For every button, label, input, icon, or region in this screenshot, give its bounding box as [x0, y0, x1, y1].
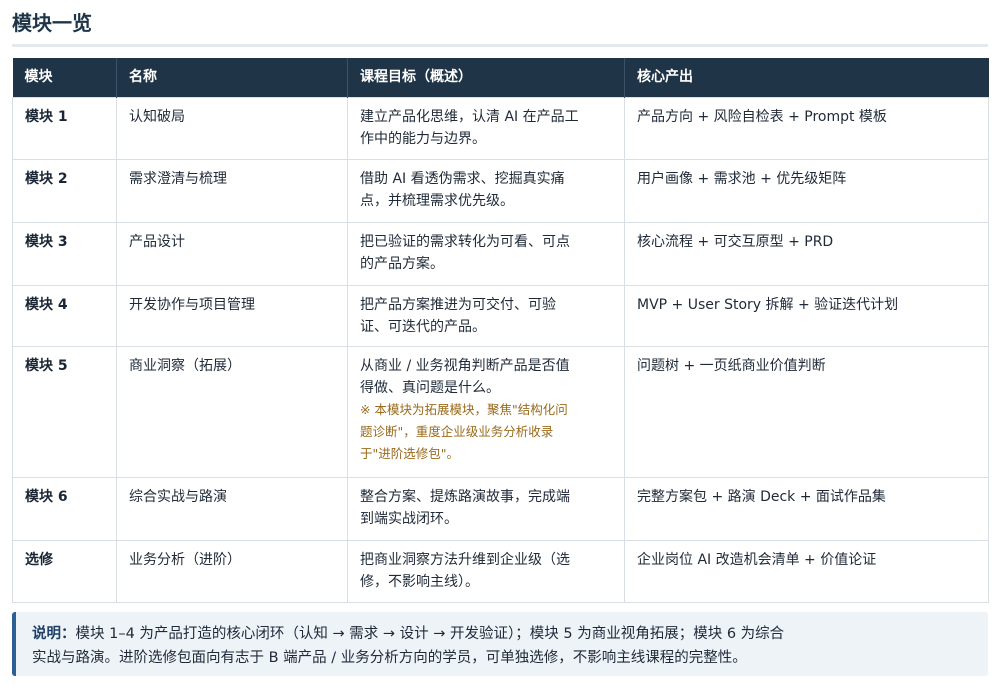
module-note-line: 于"进阶选修包"。	[360, 445, 459, 461]
explanation-note: 说明：模块 1–4 为产品打造的核心闭环（认知 → 需求 → 设计 → 开发验证…	[12, 612, 988, 676]
cell-name: 需求澄清与梳理	[116, 158, 348, 223]
goal-line: 把商业洞察方法升维到企业级（选	[360, 551, 570, 568]
header-goal: 课程目标（概述）	[347, 58, 625, 97]
cell-module: 模块 4	[12, 284, 117, 347]
goal-line: 借助 AI 看透伪需求、挖掘真实痛	[360, 170, 565, 187]
cell-module: 模块 6	[12, 476, 117, 541]
cell-name: 产品设计	[116, 221, 348, 286]
goal-line: 把已验证的需求转化为可看、可点	[360, 233, 570, 250]
title-divider	[12, 44, 988, 47]
goal-line: 点，并梳理需求优先级。	[360, 192, 514, 209]
cell-name: 商业洞察（拓展）	[116, 345, 348, 478]
cell-name: 业务分析（进阶）	[116, 539, 348, 603]
goal-line: 的产品方案。	[360, 255, 444, 272]
cell-module: 选修	[12, 539, 117, 603]
goal-line: 整合方案、提炼路演故事，完成端	[360, 488, 570, 505]
goal-line: 从商业 / 业务视角判断产品是否值	[360, 357, 570, 374]
goal-line: 建立产品化思维，认清 AI 在产品工	[360, 108, 579, 125]
header-name: 名称	[116, 58, 348, 97]
cell-goal: 把产品方案推进为可交付、可验 证、可迭代的产品。	[347, 284, 625, 347]
table-row: 模块 5 商业洞察（拓展） 从商业 / 业务视角判断产品是否值 得做、真问题是什…	[12, 345, 989, 478]
cell-module: 模块 3	[12, 221, 117, 286]
cell-name: 综合实战与路演	[116, 476, 348, 541]
goal-line: 到端实战闭环。	[360, 510, 458, 527]
cell-module: 模块 2	[12, 158, 117, 223]
cell-goal: 整合方案、提炼路演故事，完成端 到端实战闭环。	[347, 476, 625, 541]
table-header-row: 模块 名称 课程目标（概述） 核心产出	[12, 58, 989, 97]
explanation-line: 模块 1–4 为产品打造的核心闭环（认知 → 需求 → 设计 → 开发验证）；模…	[75, 626, 785, 642]
module-note-line: 题诊断"，重度企业级业务分析收录	[360, 423, 554, 439]
cell-module: 模块 1	[12, 96, 117, 160]
page-title: 模块一览	[12, 11, 92, 35]
table-row: 模块 3 产品设计 把已验证的需求转化为可看、可点 的产品方案。 核心流程 + …	[12, 221, 989, 286]
cell-module: 模块 5	[12, 345, 117, 478]
cell-goal: 把商业洞察方法升维到企业级（选 修，不影响主线）。	[347, 539, 625, 603]
module-note-line: ※ 本模块为拓展模块，聚焦"结构化问	[360, 401, 568, 417]
cell-output: 核心流程 + 可交互原型 + PRD	[624, 221, 989, 286]
goal-line: 得做、真问题是什么。	[360, 379, 500, 396]
cell-output: 问题树 + 一页纸商业价值判断	[624, 345, 989, 478]
explanation-label: 说明：	[32, 626, 76, 642]
goal-line: 把产品方案推进为可交付、可验	[360, 296, 556, 313]
cell-goal: 建立产品化思维，认清 AI 在产品工 作中的能力与边界。	[347, 96, 625, 160]
cell-goal: 借助 AI 看透伪需求、挖掘真实痛 点，并梳理需求优先级。	[347, 158, 625, 223]
table-row: 模块 6 综合实战与路演 整合方案、提炼路演故事，完成端 到端实战闭环。 完整方…	[12, 476, 989, 541]
table-row: 模块 1 认知破局 建立产品化思维，认清 AI 在产品工 作中的能力与边界。 产…	[12, 96, 989, 160]
cell-output: 产品方向 + 风险自检表 + Prompt 模板	[624, 96, 989, 160]
cell-output: 完整方案包 + 路演 Deck + 面试作品集	[624, 476, 989, 541]
goal-line: 证、可迭代的产品。	[360, 318, 486, 335]
goal-line: 作中的能力与边界。	[360, 130, 486, 147]
table-row: 模块 2 需求澄清与梳理 借助 AI 看透伪需求、挖掘真实痛 点，并梳理需求优先…	[12, 158, 989, 223]
cell-name: 认知破局	[116, 96, 348, 160]
cell-output: 企业岗位 AI 改造机会清单 + 价值论证	[624, 539, 989, 603]
header-output: 核心产出	[624, 58, 989, 97]
explanation-line: 实战与路演。进阶选修包面向有志于 B 端产品 / 业务分析方向的学员，可单独选修…	[32, 650, 747, 666]
goal-line: 修，不影响主线）。	[360, 573, 479, 590]
module-table: 模块 名称 课程目标（概述） 核心产出 模块 1 认知破局 建立产品化思维，认清…	[12, 58, 989, 603]
cell-goal: 把已验证的需求转化为可看、可点 的产品方案。	[347, 221, 625, 286]
header-module: 模块	[12, 58, 117, 97]
cell-output: 用户画像 + 需求池 + 优先级矩阵	[624, 158, 989, 223]
cell-name: 开发协作与项目管理	[116, 284, 348, 347]
cell-output: MVP + User Story 拆解 + 验证迭代计划	[624, 284, 989, 347]
cell-goal: 从商业 / 业务视角判断产品是否值 得做、真问题是什么。 ※ 本模块为拓展模块，…	[347, 345, 625, 478]
table-row: 模块 4 开发协作与项目管理 把产品方案推进为可交付、可验 证、可迭代的产品。 …	[12, 284, 989, 347]
table-row: 选修 业务分析（进阶） 把商业洞察方法升维到企业级（选 修，不影响主线）。 企业…	[12, 539, 989, 603]
